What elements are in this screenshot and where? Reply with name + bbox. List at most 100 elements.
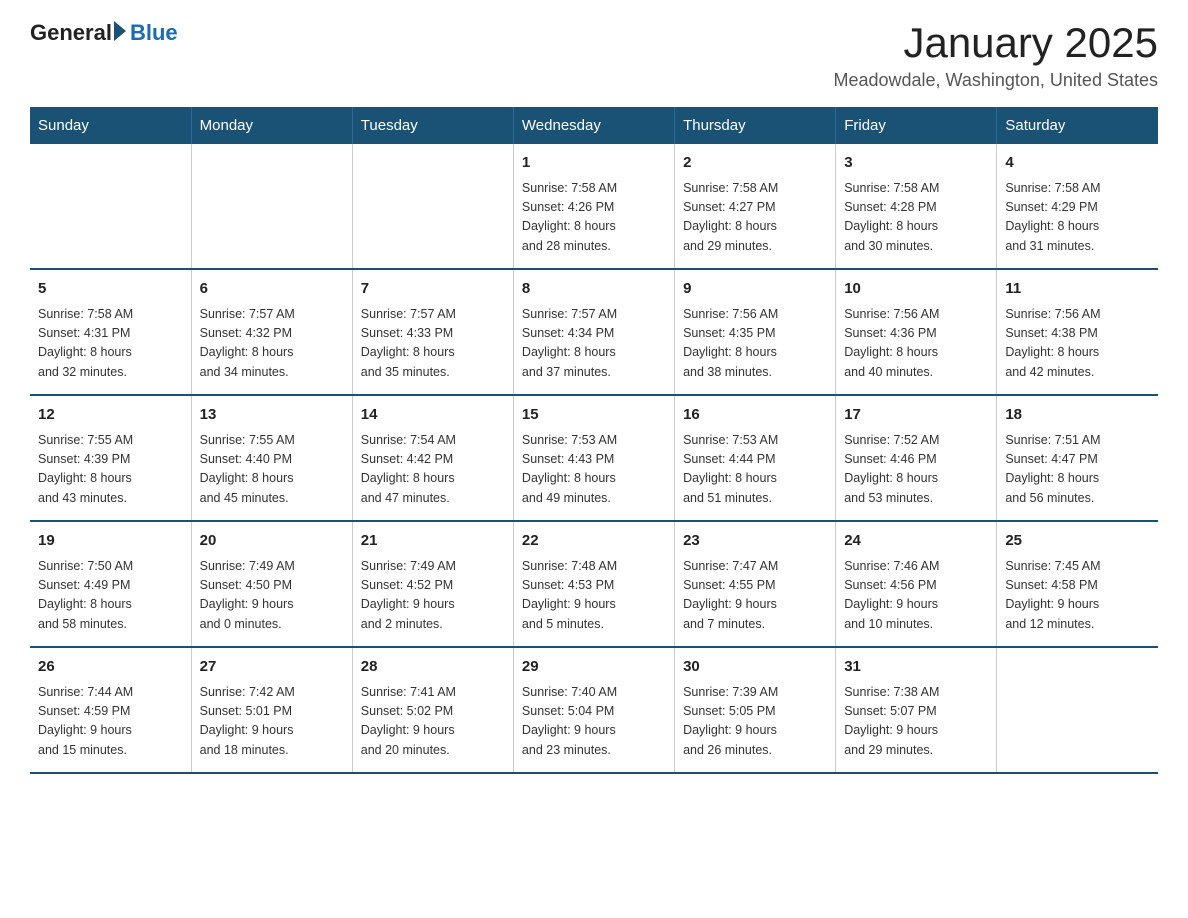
- header-row: SundayMondayTuesdayWednesdayThursdayFrid…: [30, 107, 1158, 144]
- calendar-cell: 10Sunrise: 7:56 AM Sunset: 4:36 PM Dayli…: [836, 269, 997, 395]
- day-number: 18: [1005, 404, 1150, 427]
- calendar-cell: 15 Sunrise: 7:53 AM Sunset: 4:43 PM Dayli…: [513, 395, 674, 521]
- day-info: Sunrise: 7:49 AM Sunset: 4:50 PM Dayligh…: [200, 557, 344, 635]
- calendar-cell: 9 Sunrise: 7:56 AM Sunset: 4:35 PM Daylig…: [675, 269, 836, 395]
- day-info: Sunrise: 7:46 AM Sunset: 4:56 PM Dayligh…: [844, 557, 988, 635]
- day-number: 25: [1005, 530, 1150, 553]
- calendar-cell: 1Sunrise: 7:58 AM Sunset: 4:26 PM Daylig…: [513, 144, 674, 269]
- calendar-cell: 13 Sunrise: 7:55 AM Sunset: 4:40 PM Dayli…: [191, 395, 352, 521]
- calendar-cell: [997, 647, 1158, 773]
- day-number: 26: [38, 656, 183, 679]
- logo-text-general: General: [30, 20, 112, 46]
- day-number: 19: [38, 530, 183, 553]
- day-number: 12: [38, 404, 183, 427]
- calendar-cell: 31 Sunrise: 7:38 AM Sunset: 5:07 PM Dayli…: [836, 647, 997, 773]
- logo-text-blue: Blue: [130, 20, 178, 46]
- day-info: Sunrise: 7:45 AM Sunset: 4:58 PM Dayligh…: [1005, 557, 1150, 635]
- day-info: Sunrise: 7:39 AM Sunset: 5:05 PM Dayligh…: [683, 683, 827, 761]
- day-info: Sunrise: 7:58 AM Sunset: 4:28 PM Dayligh…: [844, 179, 988, 257]
- header-cell-monday: Monday: [191, 107, 352, 144]
- calendar-title: January 2025: [833, 20, 1158, 66]
- calendar-cell: 22 Sunrise: 7:48 AM Sunset: 4:53 PM Dayli…: [513, 521, 674, 647]
- day-info: Sunrise: 7:41 AM Sunset: 5:02 PM Dayligh…: [361, 683, 505, 761]
- page-header: General Blue January 2025 Meadowdale, Wa…: [30, 20, 1158, 91]
- calendar-cell: [191, 144, 352, 269]
- calendar-cell: [30, 144, 191, 269]
- calendar-cell: 30 Sunrise: 7:39 AM Sunset: 5:05 PM Dayli…: [675, 647, 836, 773]
- day-info: Sunrise: 7:57 AM Sunset: 4:34 PM Dayligh…: [522, 305, 666, 383]
- calendar-cell: 24 Sunrise: 7:46 AM Sunset: 4:56 PM Dayli…: [836, 521, 997, 647]
- calendar-row: 19 Sunrise: 7:50 AM Sunset: 4:49 PM Dayli…: [30, 521, 1158, 647]
- day-number: 13: [200, 404, 344, 427]
- calendar-row: 1Sunrise: 7:58 AM Sunset: 4:26 PM Daylig…: [30, 144, 1158, 269]
- calendar-row: 26Sunrise: 7:44 AM Sunset: 4:59 PM Dayli…: [30, 647, 1158, 773]
- day-number: 29: [522, 656, 666, 679]
- day-info: Sunrise: 7:50 AM Sunset: 4:49 PM Dayligh…: [38, 557, 183, 635]
- day-info: Sunrise: 7:49 AM Sunset: 4:52 PM Dayligh…: [361, 557, 505, 635]
- day-number: 22: [522, 530, 666, 553]
- day-number: 20: [200, 530, 344, 553]
- calendar-cell: 11Sunrise: 7:56 AM Sunset: 4:38 PM Dayli…: [997, 269, 1158, 395]
- day-number: 16: [683, 404, 827, 427]
- day-number: 3: [844, 152, 988, 175]
- day-info: Sunrise: 7:53 AM Sunset: 4:43 PM Dayligh…: [522, 431, 666, 509]
- calendar-cell: [352, 144, 513, 269]
- day-number: 6: [200, 278, 344, 301]
- calendar-cell: 16Sunrise: 7:53 AM Sunset: 4:44 PM Dayli…: [675, 395, 836, 521]
- calendar-cell: 2 Sunrise: 7:58 AM Sunset: 4:27 PM Daylig…: [675, 144, 836, 269]
- day-number: 4: [1005, 152, 1150, 175]
- calendar-row: 12 Sunrise: 7:55 AM Sunset: 4:39 PM Dayli…: [30, 395, 1158, 521]
- day-info: Sunrise: 7:58 AM Sunset: 4:27 PM Dayligh…: [683, 179, 827, 257]
- header-cell-thursday: Thursday: [675, 107, 836, 144]
- calendar-cell: 23Sunrise: 7:47 AM Sunset: 4:55 PM Dayli…: [675, 521, 836, 647]
- calendar-cell: 28 Sunrise: 7:41 AM Sunset: 5:02 PM Dayli…: [352, 647, 513, 773]
- calendar-cell: 19 Sunrise: 7:50 AM Sunset: 4:49 PM Dayli…: [30, 521, 191, 647]
- day-number: 2: [683, 152, 827, 175]
- calendar-cell: 5Sunrise: 7:58 AM Sunset: 4:31 PM Daylig…: [30, 269, 191, 395]
- day-number: 24: [844, 530, 988, 553]
- calendar-body: 1Sunrise: 7:58 AM Sunset: 4:26 PM Daylig…: [30, 144, 1158, 773]
- header-cell-saturday: Saturday: [997, 107, 1158, 144]
- day-number: 10: [844, 278, 988, 301]
- day-number: 31: [844, 656, 988, 679]
- day-info: Sunrise: 7:55 AM Sunset: 4:39 PM Dayligh…: [38, 431, 183, 509]
- day-info: Sunrise: 7:52 AM Sunset: 4:46 PM Dayligh…: [844, 431, 988, 509]
- day-info: Sunrise: 7:57 AM Sunset: 4:33 PM Dayligh…: [361, 305, 505, 383]
- day-info: Sunrise: 7:47 AM Sunset: 4:55 PM Dayligh…: [683, 557, 827, 635]
- day-info: Sunrise: 7:54 AM Sunset: 4:42 PM Dayligh…: [361, 431, 505, 509]
- calendar-cell: 8 Sunrise: 7:57 AM Sunset: 4:34 PM Daylig…: [513, 269, 674, 395]
- calendar-cell: 7 Sunrise: 7:57 AM Sunset: 4:33 PM Daylig…: [352, 269, 513, 395]
- header-cell-sunday: Sunday: [30, 107, 191, 144]
- calendar-cell: 18Sunrise: 7:51 AM Sunset: 4:47 PM Dayli…: [997, 395, 1158, 521]
- day-number: 30: [683, 656, 827, 679]
- calendar-cell: 21 Sunrise: 7:49 AM Sunset: 4:52 PM Dayli…: [352, 521, 513, 647]
- day-number: 21: [361, 530, 505, 553]
- day-info: Sunrise: 7:58 AM Sunset: 4:26 PM Dayligh…: [522, 179, 666, 257]
- day-number: 11: [1005, 278, 1150, 301]
- day-number: 14: [361, 404, 505, 427]
- day-info: Sunrise: 7:38 AM Sunset: 5:07 PM Dayligh…: [844, 683, 988, 761]
- calendar-cell: 27 Sunrise: 7:42 AM Sunset: 5:01 PM Dayli…: [191, 647, 352, 773]
- day-info: Sunrise: 7:42 AM Sunset: 5:01 PM Dayligh…: [200, 683, 344, 761]
- day-number: 8: [522, 278, 666, 301]
- day-info: Sunrise: 7:55 AM Sunset: 4:40 PM Dayligh…: [200, 431, 344, 509]
- day-number: 7: [361, 278, 505, 301]
- header-cell-tuesday: Tuesday: [352, 107, 513, 144]
- calendar-header: SundayMondayTuesdayWednesdayThursdayFrid…: [30, 107, 1158, 144]
- day-info: Sunrise: 7:58 AM Sunset: 4:29 PM Dayligh…: [1005, 179, 1150, 257]
- calendar-cell: 3 Sunrise: 7:58 AM Sunset: 4:28 PM Daylig…: [836, 144, 997, 269]
- day-number: 28: [361, 656, 505, 679]
- calendar-cell: 12 Sunrise: 7:55 AM Sunset: 4:39 PM Dayli…: [30, 395, 191, 521]
- day-number: 9: [683, 278, 827, 301]
- day-info: Sunrise: 7:56 AM Sunset: 4:35 PM Dayligh…: [683, 305, 827, 383]
- day-info: Sunrise: 7:48 AM Sunset: 4:53 PM Dayligh…: [522, 557, 666, 635]
- day-number: 27: [200, 656, 344, 679]
- calendar-row: 5Sunrise: 7:58 AM Sunset: 4:31 PM Daylig…: [30, 269, 1158, 395]
- day-number: 17: [844, 404, 988, 427]
- calendar-cell: 4 Sunrise: 7:58 AM Sunset: 4:29 PM Daylig…: [997, 144, 1158, 269]
- calendar-cell: 6 Sunrise: 7:57 AM Sunset: 4:32 PM Daylig…: [191, 269, 352, 395]
- calendar-cell: 29Sunrise: 7:40 AM Sunset: 5:04 PM Dayli…: [513, 647, 674, 773]
- calendar-cell: 20 Sunrise: 7:49 AM Sunset: 4:50 PM Dayli…: [191, 521, 352, 647]
- day-info: Sunrise: 7:57 AM Sunset: 4:32 PM Dayligh…: [200, 305, 344, 383]
- day-number: 15: [522, 404, 666, 427]
